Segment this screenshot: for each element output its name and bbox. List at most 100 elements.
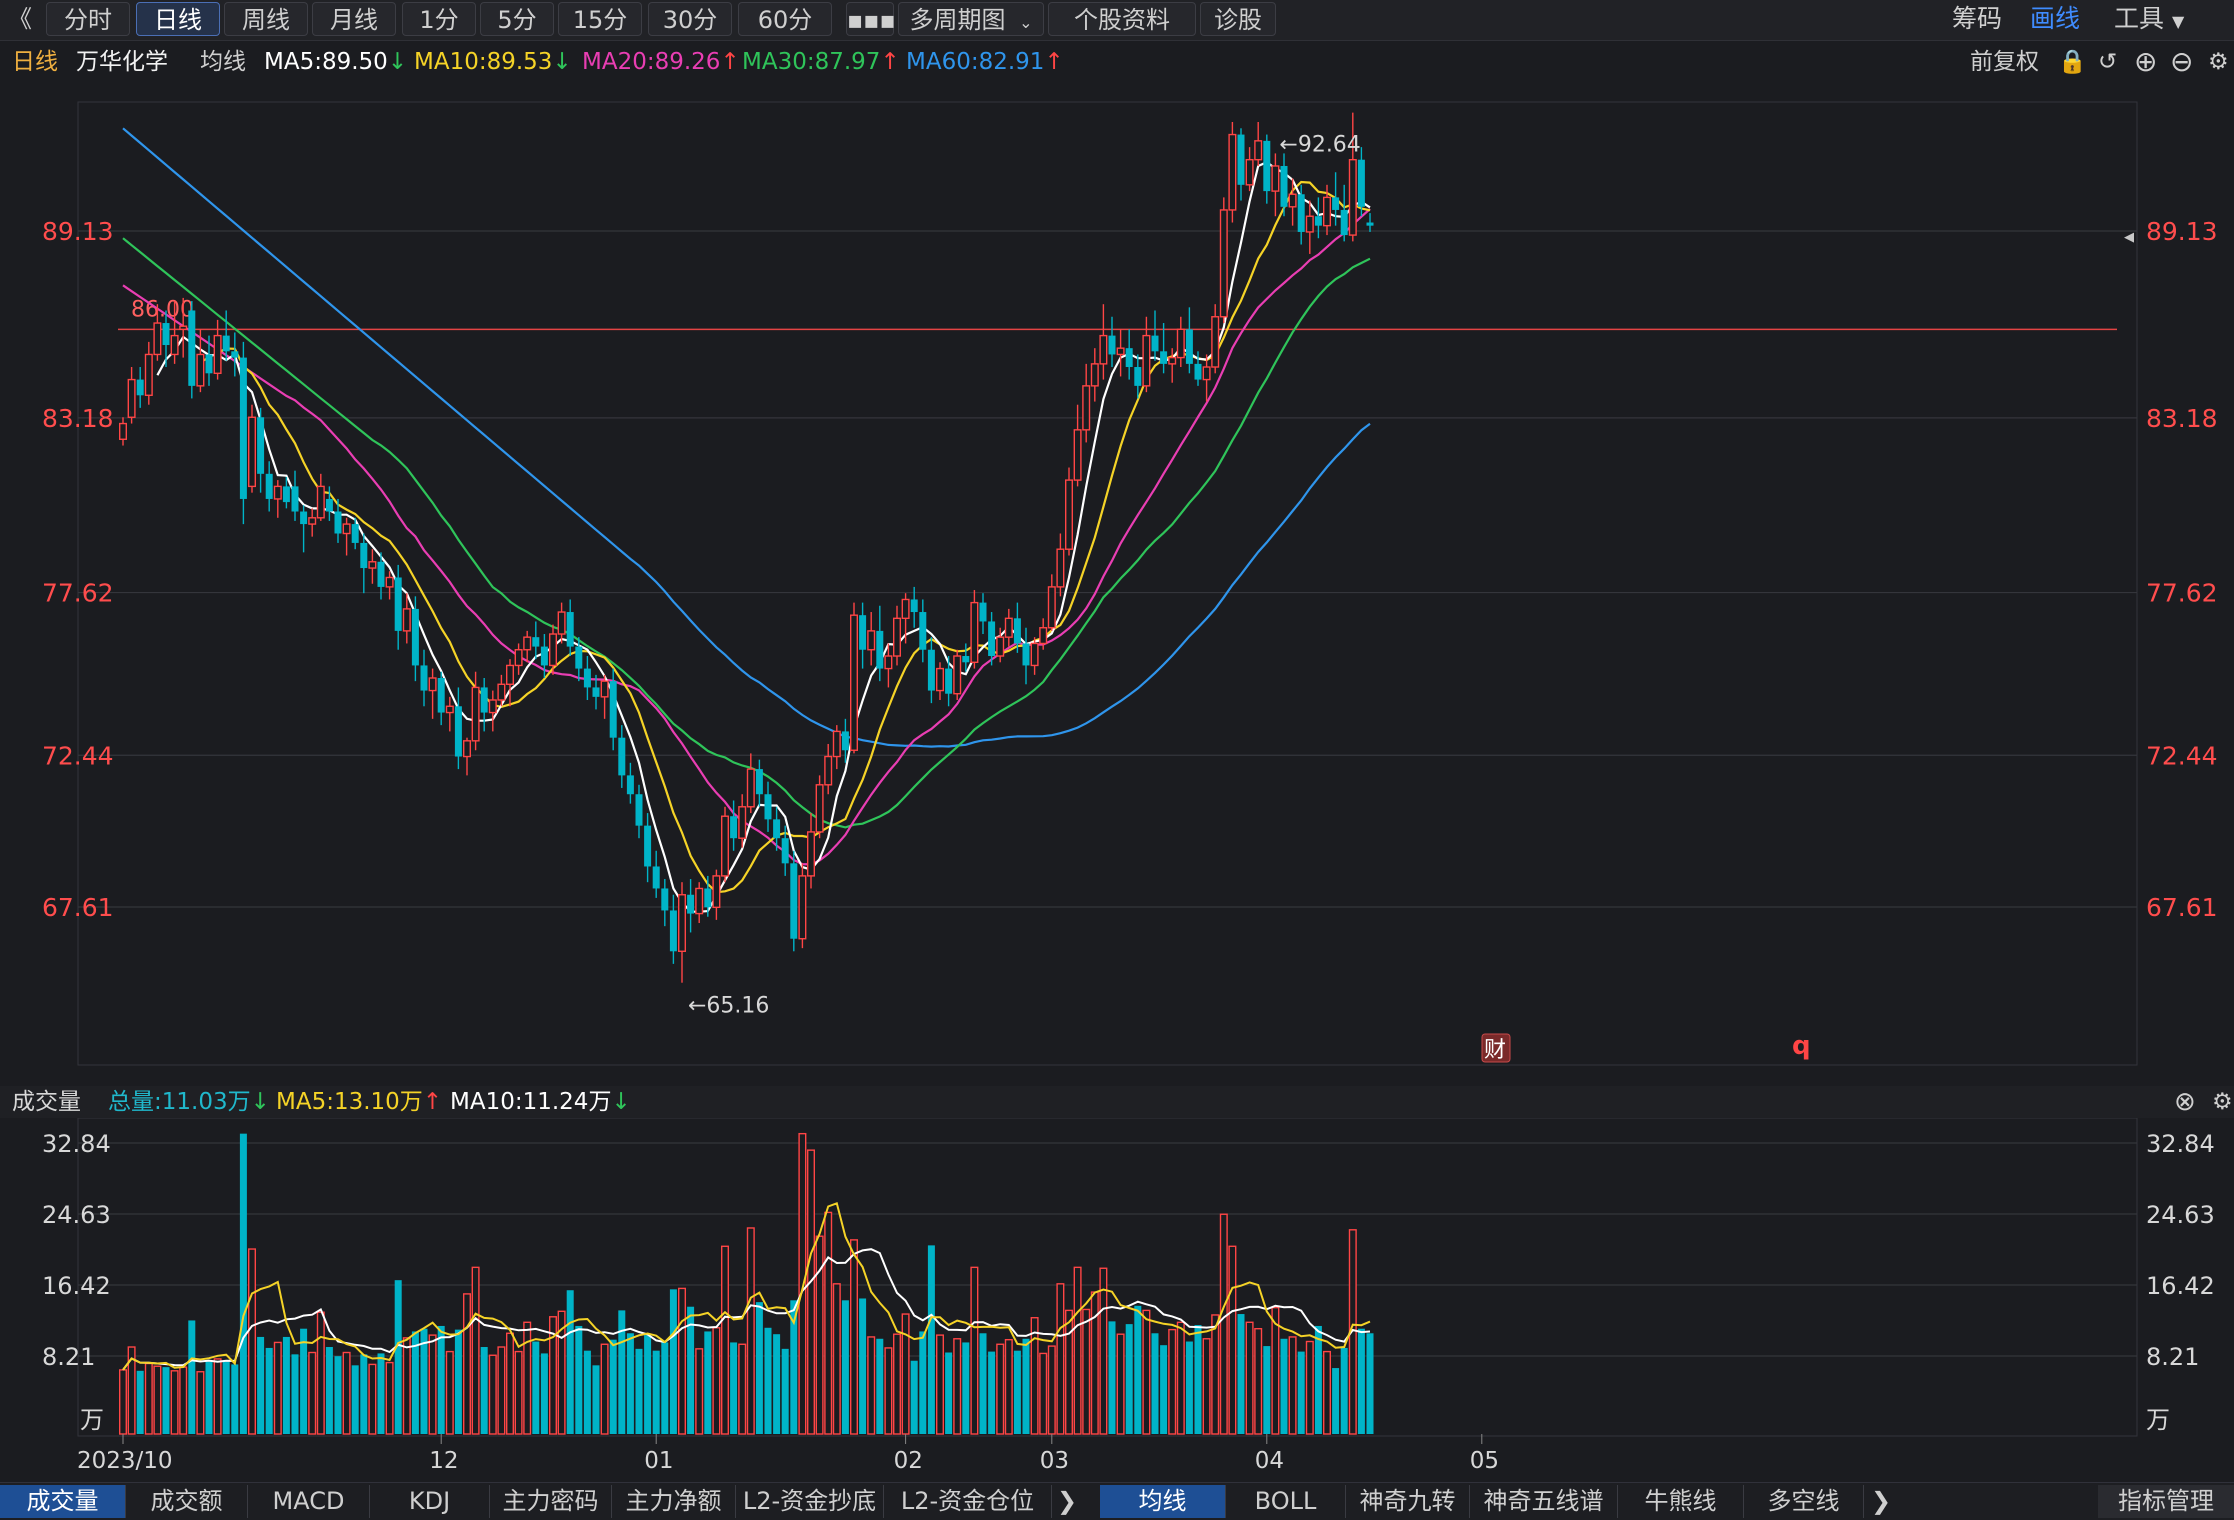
candle-body — [247, 416, 256, 488]
volume-bar — [583, 1350, 591, 1434]
tools-button[interactable]: 工具 ▼ — [2114, 2, 2184, 36]
volume-bar — [575, 1325, 583, 1434]
candle-body — [678, 894, 687, 952]
candle-body — [824, 755, 833, 786]
candle-body — [523, 636, 532, 651]
multi-period-dropdown[interactable]: 多周期图 ⌄ — [898, 2, 1044, 36]
candle-body — [385, 576, 394, 588]
indicator-tab-6[interactable]: L2-资金抄底 — [736, 1485, 884, 1518]
close-icon[interactable]: ⊗ — [2174, 1086, 2196, 1118]
candle-body — [1237, 134, 1245, 185]
volume-bar — [136, 1370, 144, 1434]
volume-bar — [626, 1333, 634, 1434]
candle-body — [205, 354, 213, 374]
period-tab-6[interactable]: 15分 — [558, 2, 642, 36]
period-tab-5[interactable]: 5分 — [480, 2, 554, 36]
price-chart[interactable]: 89.13 89.13 83.18 83.18 77.62 77.62 72.44 72.44… — [0, 82, 2234, 1082]
period-tab-0[interactable]: 分时 — [46, 2, 130, 36]
period-tab-2[interactable]: 周线 — [224, 2, 308, 36]
volume-bar — [635, 1348, 643, 1434]
chevron-down-icon: ⌄ — [1019, 13, 1033, 32]
candle-body — [1151, 335, 1159, 352]
candle-body — [291, 486, 299, 512]
candle-body — [136, 379, 144, 396]
indicator-tab-4[interactable]: 主力密码 — [490, 1485, 612, 1518]
volume-chart[interactable]: 32.84 32.84 24.63 24.63 16.42 16.42 8.21 8.21 万 万… — [0, 1118, 2234, 1482]
arrow-down-icon: ↓ — [611, 1089, 631, 1115]
volume-bar — [1254, 1327, 1263, 1435]
chevron-right-icon[interactable]: ❯ — [1052, 1485, 1082, 1518]
ma10-value: MA10:89.53↓ — [414, 49, 572, 75]
volume-bar — [1082, 1308, 1091, 1435]
chevron-right-icon[interactable]: ❯ — [1866, 1485, 1896, 1518]
volume-bar — [360, 1354, 368, 1434]
volume-bar — [300, 1328, 308, 1434]
volume-bar — [738, 1343, 747, 1435]
draw-line-button[interactable]: 画线 — [2030, 2, 2080, 36]
zoom-in-icon[interactable]: ⊕ — [2134, 44, 2157, 80]
indicator-tab-5[interactable]: 主力净额 — [612, 1485, 736, 1518]
indicator-manage-button[interactable]: 指标管理 — [2098, 1485, 2234, 1518]
overlay-tab-3[interactable]: 神奇五线谱 — [1470, 1485, 1618, 1518]
zoom-out-icon[interactable]: ⊖ — [2170, 44, 2193, 80]
low-annotation: ←65.16 — [688, 994, 769, 1019]
volume-bar — [1340, 1347, 1348, 1434]
candle-body — [996, 636, 1005, 657]
indicator-tab-3[interactable]: KDJ — [370, 1485, 490, 1518]
price-tick-left: 72.44 — [42, 741, 114, 770]
overlay-tab-0[interactable]: 均线 — [1100, 1485, 1226, 1518]
volume-legend: 成交量 总量:11.03万↓ MA5:13.10万↑ MA10:11.24万↓ … — [0, 1086, 2234, 1118]
stock-info-button[interactable]: 个股资料 — [1048, 2, 1196, 36]
volume-bar — [1013, 1350, 1021, 1434]
more-button[interactable]: ▪▪▪ — [846, 2, 896, 36]
indicator-tab-1[interactable]: 成交额 — [126, 1485, 248, 1518]
diagnose-button[interactable]: 诊股 — [1200, 2, 1276, 36]
period-tab-3[interactable]: 月线 — [312, 2, 396, 36]
volume-bar — [291, 1354, 299, 1434]
overlay-tab-5[interactable]: 多空线 — [1744, 1485, 1864, 1518]
indicator-tab-7[interactable]: L2-资金仓位 — [884, 1485, 1052, 1518]
period-label: 日线 — [12, 49, 58, 75]
volume-tick-left: 16.42 — [42, 1272, 111, 1300]
x-axis-label: 05 — [1470, 1448, 1499, 1474]
volume-bar — [730, 1342, 738, 1434]
period-tab-7[interactable]: 30分 — [648, 2, 732, 36]
undo-icon[interactable]: ↺ — [2098, 44, 2117, 80]
candle-body — [575, 646, 583, 669]
volume-bar — [497, 1346, 506, 1435]
price-tick-right: 89.13 — [2146, 217, 2218, 246]
volume-tick-right: 16.42 — [2146, 1272, 2215, 1300]
overlay-tab-4[interactable]: 牛熊线 — [1618, 1485, 1744, 1518]
indicator-tab-0[interactable]: 成交量 — [0, 1485, 126, 1518]
chips-button[interactable]: 筹码 — [1952, 2, 2002, 36]
volume-bar — [170, 1370, 179, 1435]
candle-body — [936, 667, 945, 692]
candle-body — [497, 683, 506, 701]
candle-body — [213, 334, 222, 374]
settings-icon[interactable]: ⚙ — [2208, 44, 2229, 80]
volume-bar — [953, 1338, 962, 1435]
candle-body — [557, 611, 566, 635]
candle-body — [1004, 617, 1013, 638]
overlay-tab-2[interactable]: 神奇九转 — [1346, 1485, 1470, 1518]
period-tab-1[interactable]: 日线 — [136, 2, 220, 36]
overlay-tab-1[interactable]: BOLL — [1226, 1485, 1346, 1518]
period-tab-4[interactable]: 1分 — [402, 2, 476, 36]
x-axis-label: 03 — [1040, 1448, 1069, 1474]
volume-bar — [222, 1361, 230, 1434]
lock-icon[interactable]: 🔒 — [2058, 44, 2087, 80]
volume-bar — [850, 1239, 859, 1435]
candle-body — [1134, 367, 1142, 386]
back-button[interactable]: 《 — [2, 2, 38, 36]
candle-body — [1357, 159, 1365, 207]
volume-bar — [368, 1363, 377, 1435]
volume-bar — [1108, 1321, 1116, 1434]
candle-body — [1194, 363, 1202, 380]
adjust-mode[interactable]: 前复权 — [1970, 44, 2039, 80]
settings-icon[interactable]: ⚙ — [2212, 1086, 2233, 1118]
candle-body — [1108, 335, 1116, 355]
indicator-tab-2[interactable]: MACD — [248, 1485, 370, 1518]
candle-body — [1056, 548, 1065, 588]
period-tab-8[interactable]: 60分 — [738, 2, 832, 36]
candle-body — [428, 677, 437, 692]
